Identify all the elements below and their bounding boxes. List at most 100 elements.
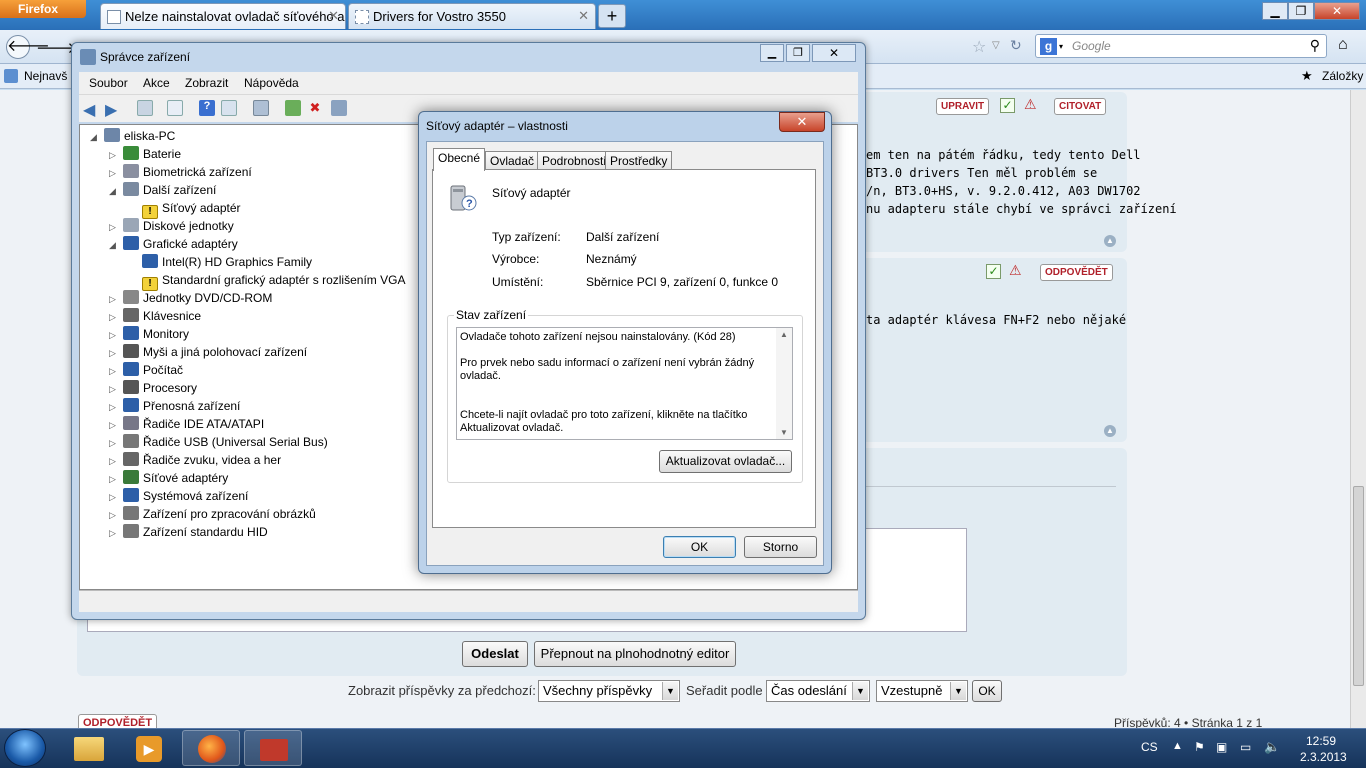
menu-akce[interactable]: Akce (143, 76, 170, 90)
expand-arrow-icon[interactable]: ▷ (109, 309, 119, 325)
scroll-top-icon[interactable]: ▲ (1104, 425, 1116, 437)
tree-node[interactable]: ▷ Baterie (109, 146, 181, 164)
update-driver-button[interactable]: Aktualizovat ovladač... (659, 450, 792, 473)
close-tab-icon[interactable]: ✕ (328, 8, 339, 24)
forward-icon[interactable]: ▶ (105, 100, 121, 119)
expand-arrow-icon[interactable]: ▷ (109, 345, 119, 361)
expand-arrow-icon[interactable]: ▷ (109, 399, 119, 415)
tree-node[interactable]: ◢ Další zařízení (109, 182, 216, 200)
maximize-button[interactable]: ❐ (1288, 2, 1314, 20)
expand-arrow-icon[interactable]: ▷ (109, 219, 119, 235)
tree-node[interactable]: ▷ Procesory (109, 380, 197, 398)
maximize-button[interactable]: ❐ (786, 44, 810, 62)
language-indicator[interactable]: CS (1141, 740, 1158, 754)
tree-node[interactable]: ▷ Monitory (109, 326, 189, 344)
status-scrollbar[interactable]: ▲ ▼ (776, 328, 792, 439)
expand-arrow-icon[interactable]: ▷ (109, 363, 119, 379)
help-icon[interactable]: ? (199, 100, 215, 116)
reply-button[interactable]: ODPOVĚDĚT (1040, 264, 1113, 281)
full-editor-button[interactable]: Přepnout na plnohodnotný editor (534, 641, 736, 667)
status-textbox[interactable]: Ovladače tohoto zařízení nejsou nainstal… (456, 327, 793, 440)
bookmarks-menu[interactable]: Záložky (1322, 69, 1363, 83)
approve-icon[interactable]: ✓ (1000, 98, 1015, 113)
tab-prostredky[interactable]: Prostředky (605, 151, 673, 170)
search-input[interactable]: g ▾ Google ⚲ (1035, 34, 1327, 58)
tree-node[interactable]: ! Standardní grafický adaptér s rozlišení… (128, 272, 405, 291)
reload-icon[interactable]: ↻ (1010, 37, 1022, 54)
tree-node[interactable]: ▷ Zařízení standardu HID (109, 524, 268, 542)
minimize-button[interactable]: ▁ (1262, 2, 1288, 20)
expand-arrow-icon[interactable]: ▷ (109, 453, 119, 469)
tab-ovladac[interactable]: Ovladač (485, 151, 540, 170)
expand-arrow-icon[interactable]: ▷ (109, 147, 119, 163)
bookmark-star-icon[interactable]: ☆ (972, 37, 986, 57)
back-button[interactable]: 🡐 (6, 35, 50, 59)
taskbar-explorer[interactable] (60, 730, 118, 766)
expand-arrow-icon[interactable]: ◢ (109, 183, 119, 199)
taskbar-device-manager[interactable] (244, 730, 302, 766)
menu-napoveda[interactable]: Nápověda (244, 76, 299, 90)
volume-icon[interactable]: 🔈 (1264, 739, 1280, 755)
tree-node[interactable]: ▷ Síťové adaptéry (109, 470, 228, 488)
tree-node[interactable]: ! Síťový adaptér (128, 200, 241, 219)
tab-nelze-nainstalovat[interactable]: Nelze nainstalovat ovladač síťového a...… (100, 3, 346, 29)
expand-arrow-icon[interactable]: ▷ (109, 435, 119, 451)
expand-arrow-icon[interactable]: ▷ (109, 471, 119, 487)
expand-arrow-icon[interactable]: ▷ (109, 507, 119, 523)
expand-arrow-icon[interactable]: ▷ (109, 525, 119, 541)
scroll-down-icon[interactable]: ▼ (780, 428, 788, 437)
bookmark-item[interactable]: Nejnavš (24, 69, 67, 83)
minimize-button[interactable]: ▁ (760, 44, 784, 62)
tab-podrobnosti[interactable]: Podrobnosti (537, 151, 612, 170)
tab-obecne[interactable]: Obecné (433, 148, 486, 171)
history-dropdown-icon[interactable]: ▽ (992, 40, 1000, 51)
cancel-button[interactable]: Storno (744, 536, 817, 558)
back-icon[interactable]: ◀ (83, 100, 99, 119)
tree-node[interactable]: ▷ Klávesnice (109, 308, 201, 326)
expand-arrow-icon[interactable]: ▷ (109, 165, 119, 181)
tree-node[interactable]: ▷ Diskové jednotky (109, 218, 234, 236)
search-icon[interactable]: ⚲ (1310, 37, 1320, 54)
clock-time[interactable]: 12:59 (1306, 734, 1336, 748)
tree-node[interactable]: ▷ Myši a jiná polohovací zařízení (109, 344, 307, 362)
home-icon[interactable]: ⌂ (1338, 36, 1348, 54)
action-center-icon[interactable]: ⚑ (1194, 740, 1205, 754)
ok-button[interactable]: OK (663, 536, 736, 558)
expand-arrow-icon[interactable]: ▷ (109, 327, 119, 343)
clock-date[interactable]: 2.3.2013 (1300, 750, 1347, 764)
taskbar-media-player[interactable]: ▶ (120, 730, 178, 766)
new-tab-button[interactable]: + (598, 4, 626, 28)
tree-node[interactable]: ▷ Počítač (109, 362, 183, 380)
edit-button[interactable]: UPRAVIT (936, 98, 990, 115)
expand-arrow-icon[interactable]: ▷ (109, 381, 119, 397)
scroll-up-icon[interactable]: ▲ (780, 330, 788, 339)
tree-node[interactable]: ▷ Řadiče USB (Universal Serial Bus) (109, 434, 328, 452)
start-button[interactable] (4, 729, 46, 767)
report-icon[interactable]: ⚠ (1009, 262, 1022, 279)
approve-icon[interactable]: ✓ (986, 264, 1001, 279)
safely-remove-icon[interactable]: ▣ (1216, 740, 1227, 754)
scrollbar-thumb[interactable] (1353, 486, 1364, 686)
view-icon[interactable] (221, 100, 237, 116)
expand-arrow-icon[interactable]: ▷ (109, 417, 119, 433)
show-posts-select[interactable]: Všechny příspěvky ▼ (538, 680, 680, 702)
tree-node[interactable]: ◢ Grafické adaptéry (109, 236, 238, 254)
taskbar-firefox[interactable] (182, 730, 240, 766)
dialog-close-button[interactable]: ✕ (779, 112, 825, 132)
network-icon[interactable]: ▭ (1240, 740, 1251, 754)
tree-node[interactable]: ▷ Jednotky DVD/CD-ROM (109, 290, 272, 308)
tree-node[interactable]: ▷ Biometrická zařízení (109, 164, 252, 182)
page-scrollbar[interactable] (1350, 90, 1366, 728)
properties-icon[interactable] (167, 100, 183, 116)
scan-hardware-icon[interactable] (253, 100, 269, 116)
expand-arrow-icon[interactable]: ▷ (109, 489, 119, 505)
menu-soubor[interactable]: Soubor (89, 76, 128, 90)
enable-device-icon[interactable] (331, 100, 347, 116)
filter-ok-button[interactable]: OK (972, 680, 1002, 702)
tree-node[interactable]: Intel(R) HD Graphics Family (128, 254, 312, 272)
uninstall-icon[interactable]: ✖ (307, 100, 323, 116)
send-button[interactable]: Odeslat (462, 641, 528, 667)
tree-node[interactable]: ▷ Zařízení pro zpracování obrázků (109, 506, 316, 524)
close-window-button[interactable]: ✕ (1314, 2, 1360, 20)
expand-arrow-icon[interactable]: ◢ (109, 237, 119, 253)
